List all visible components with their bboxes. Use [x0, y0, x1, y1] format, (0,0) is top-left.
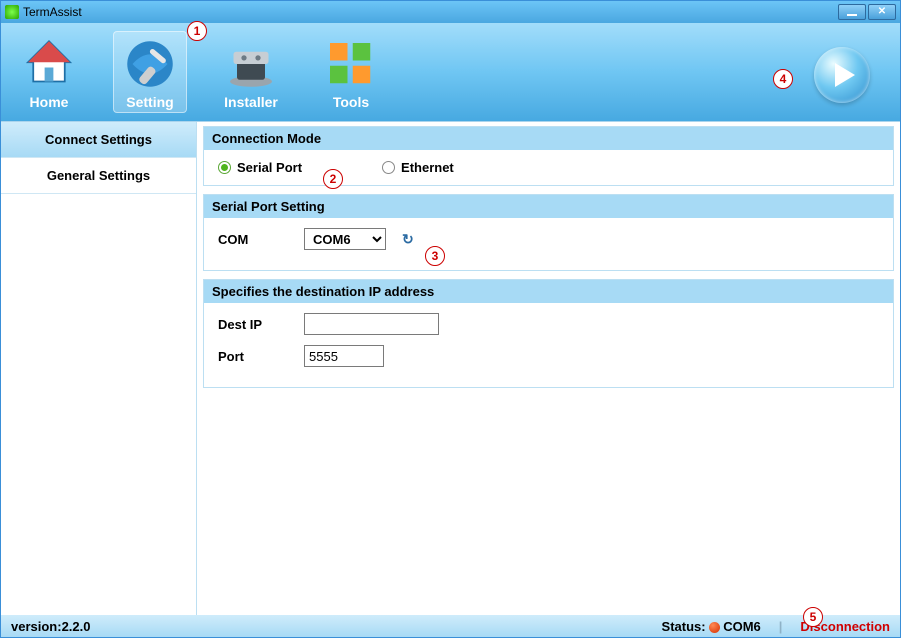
refresh-icon[interactable]: ↻ — [402, 231, 414, 248]
titlebar: TermAssist — [1, 1, 900, 23]
panel-connection-mode: Connection Mode Serial Port Ethernet — [203, 126, 894, 186]
sidebar-item-general-settings[interactable]: General Settings — [1, 158, 196, 194]
toolbar-label-installer: Installer — [224, 94, 278, 110]
app-icon — [5, 5, 19, 19]
dest-ip-label: Dest IP — [218, 317, 288, 332]
toolbar-item-tools[interactable]: Tools — [315, 32, 387, 112]
main-area: Connect Settings General Settings Connec… — [1, 121, 900, 615]
sidebar: Connect Settings General Settings — [1, 122, 197, 615]
separator: | — [779, 619, 783, 634]
radio-label: Serial Port — [237, 160, 302, 175]
port-input[interactable] — [304, 345, 384, 367]
toolbar-item-installer[interactable]: Installer — [215, 32, 287, 112]
panel-dest-ip: Specifies the destination IP address Des… — [203, 279, 894, 388]
radio-dot-icon — [218, 161, 231, 174]
tools-grid-icon — [323, 36, 379, 92]
sidebar-item-label: General Settings — [47, 168, 150, 183]
app-title: TermAssist — [23, 5, 82, 19]
radio-serial-port[interactable]: Serial Port — [218, 160, 302, 175]
dest-ip-input[interactable] — [304, 313, 439, 335]
radio-ethernet[interactable]: Ethernet — [382, 160, 454, 175]
content: Connection Mode Serial Port Ethernet Ser… — [197, 122, 900, 615]
annotation-4: 4 — [773, 69, 793, 89]
home-icon — [21, 36, 77, 92]
panel-serial-port-setting: Serial Port Setting COM COM6 ↻ — [203, 194, 894, 271]
toolbar-label-setting: Setting — [126, 94, 173, 110]
version-text: version:2.2.0 — [11, 619, 91, 634]
toolbar: Home Setting Installer Tools — [1, 23, 900, 121]
com-select[interactable]: COM6 — [304, 228, 386, 250]
status-dot-icon — [709, 622, 720, 633]
panel-header: Serial Port Setting — [204, 195, 893, 218]
toolbar-label-tools: Tools — [333, 94, 369, 110]
annotation-3: 3 — [425, 246, 445, 266]
sidebar-item-label: Connect Settings — [45, 132, 152, 147]
statusbar: version:2.2.0 Status: COM6 | Disconnecti… — [1, 615, 900, 637]
radio-dot-icon — [382, 161, 395, 174]
com-label: COM — [218, 232, 288, 247]
port-label: Port — [218, 349, 288, 364]
setting-globe-icon — [122, 36, 178, 92]
play-button[interactable] — [814, 47, 870, 103]
close-button[interactable] — [868, 4, 896, 20]
installer-icon — [223, 36, 279, 92]
toolbar-item-home[interactable]: Home — [13, 32, 85, 112]
status-text: Status: COM6 — [662, 619, 761, 634]
minimize-button[interactable] — [838, 4, 866, 20]
panel-header: Specifies the destination IP address — [204, 280, 893, 303]
panel-header: Connection Mode — [204, 127, 893, 150]
toolbar-item-setting[interactable]: Setting — [113, 31, 187, 113]
toolbar-label-home: Home — [30, 94, 69, 110]
sidebar-item-connect-settings[interactable]: Connect Settings — [1, 122, 196, 158]
radio-label: Ethernet — [401, 160, 454, 175]
annotation-1: 1 — [187, 21, 207, 41]
annotation-2: 2 — [323, 169, 343, 189]
annotation-5: 5 — [803, 607, 823, 627]
